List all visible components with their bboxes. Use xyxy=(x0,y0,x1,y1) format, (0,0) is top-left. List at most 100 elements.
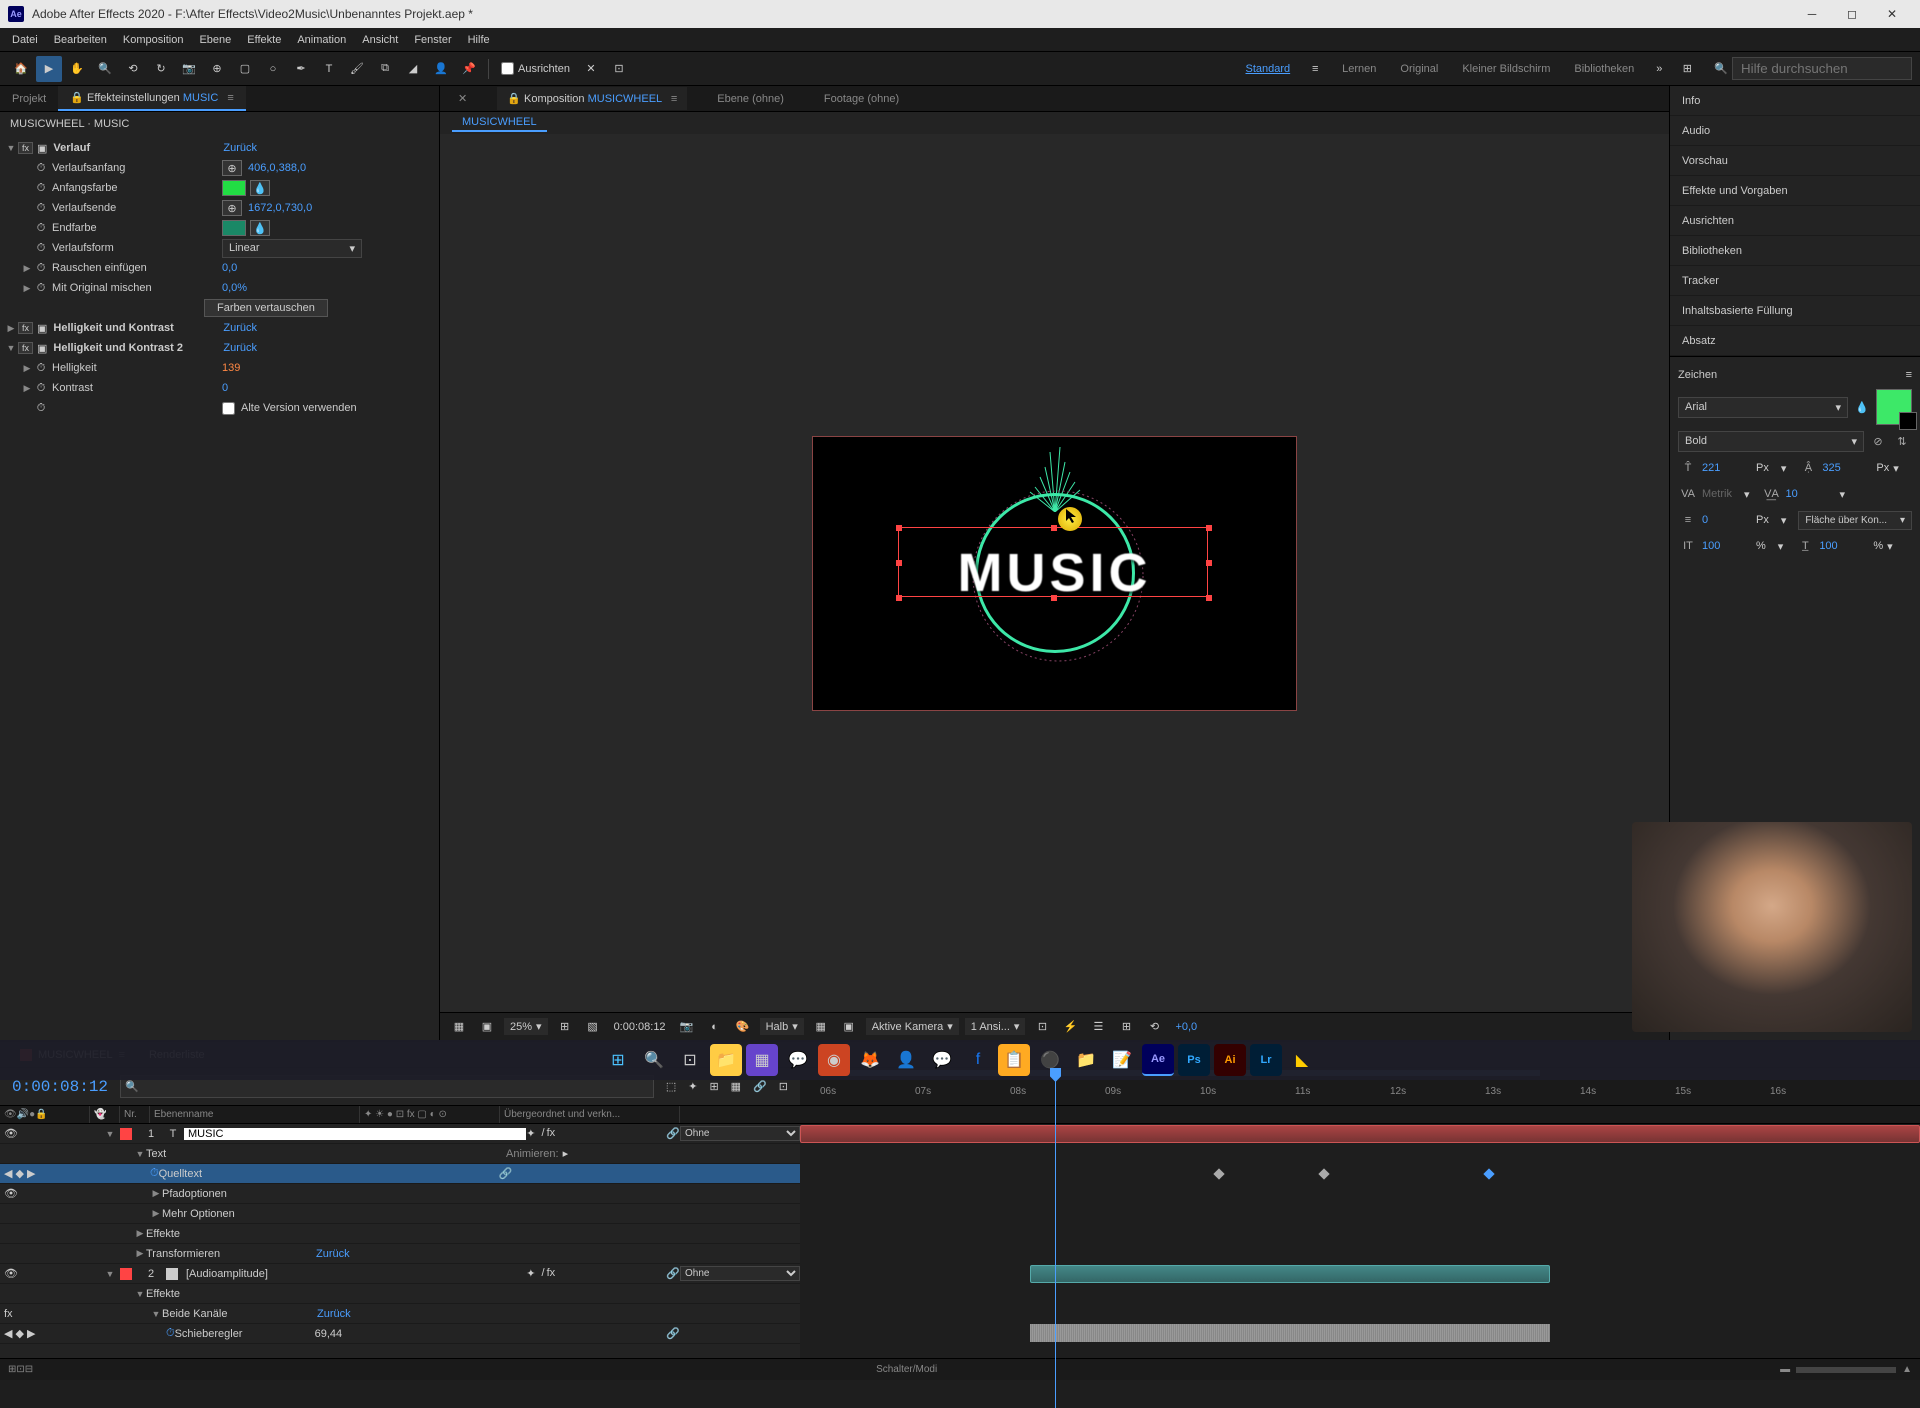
layer-name[interactable]: [Audioamplitude] xyxy=(182,1268,526,1280)
channel-icon[interactable]: ▣ xyxy=(476,1016,498,1038)
comp-close-icon[interactable]: ✕ xyxy=(448,87,477,110)
fx-badge[interactable]: fx xyxy=(18,342,33,354)
folder-icon[interactable]: 📁 xyxy=(1070,1044,1102,1076)
leading-input[interactable]: 325 xyxy=(1822,462,1872,474)
camera-tool[interactable]: 📷 xyxy=(176,56,202,82)
ellipse-tool[interactable]: ○ xyxy=(260,56,286,82)
twirl-icon[interactable]: ▼ xyxy=(104,1269,116,1279)
snap-icon[interactable]: ✕ xyxy=(578,56,604,82)
layer-color-chip[interactable] xyxy=(120,1268,132,1280)
puppet-tool[interactable]: 📌 xyxy=(456,56,482,82)
parent-pickwhip-icon[interactable]: 🔗 xyxy=(666,1127,680,1140)
maximize-button[interactable]: ◻ xyxy=(1832,0,1872,28)
app-icon[interactable]: 👤 xyxy=(890,1044,922,1076)
roi-icon[interactable]: ▧ xyxy=(582,1016,604,1038)
tl-btn-icon[interactable]: ⊞ xyxy=(709,1080,718,1093)
layer-prop-row[interactable]: fx ▼ Beide Kanäle Zurück xyxy=(0,1304,800,1324)
facebook-icon[interactable]: f xyxy=(962,1044,994,1076)
menu-hilfe[interactable]: Hilfe xyxy=(460,30,498,50)
effect-name[interactable]: Helligkeit und Kontrast 2 xyxy=(53,342,223,354)
rotate-tool[interactable]: ↻ xyxy=(148,56,174,82)
next-keyframe-icon[interactable]: ▶ xyxy=(27,1327,35,1340)
workspace-original[interactable]: Original xyxy=(1388,59,1450,79)
stopwatch-icon[interactable]: ⏱ xyxy=(34,381,48,395)
twirl-icon[interactable]: ▶ xyxy=(150,1188,162,1199)
chevron-down-icon[interactable]: ▾ xyxy=(1781,462,1787,475)
panel-tracker[interactable]: Tracker xyxy=(1670,266,1920,296)
keyframe-strip[interactable] xyxy=(1030,1324,1550,1342)
twirl-icon[interactable]: ▶ xyxy=(134,1248,146,1259)
toggle-switches-icon[interactable]: ⊞ xyxy=(8,1364,16,1375)
zoom-out-icon[interactable]: ▬ xyxy=(1780,1364,1790,1375)
exposure-value[interactable]: +0,0 xyxy=(1171,1021,1201,1033)
resolution-dropdown[interactable]: Halb ▾ xyxy=(760,1018,804,1035)
reset-link[interactable]: Zurück xyxy=(316,1248,350,1260)
effect-controls-tab[interactable]: 🔒 Effekteinstellungen MUSIC ≡ xyxy=(58,86,246,111)
stopwatch-icon[interactable]: ⏱ xyxy=(34,221,48,235)
chevron-down-icon[interactable]: ▾ xyxy=(1744,488,1750,501)
menu-effekte[interactable]: Effekte xyxy=(239,30,289,50)
pen-tool[interactable]: ✒ xyxy=(288,56,314,82)
twirl-icon[interactable]: ▼ xyxy=(134,1149,146,1159)
explorer-icon[interactable]: 📁 xyxy=(710,1044,742,1076)
tracking-input[interactable]: 10 xyxy=(1785,488,1835,500)
timeline-tracks[interactable] xyxy=(800,1124,1920,1358)
layer-bar[interactable] xyxy=(1030,1265,1550,1283)
twirl-icon[interactable]: ▼ xyxy=(104,1129,116,1139)
layer-prop-row[interactable]: 👁 ▶ Pfadoptionen xyxy=(0,1184,800,1204)
selection-handle[interactable] xyxy=(896,595,902,601)
reset-link[interactable]: Zurück xyxy=(317,1308,351,1320)
keyframe[interactable] xyxy=(1318,1168,1329,1179)
layer-switches[interactable]: ✦/fx xyxy=(526,1267,666,1280)
selection-handle[interactable] xyxy=(896,525,902,531)
chevron-down-icon[interactable]: ▾ xyxy=(1778,540,1784,553)
menu-fenster[interactable]: Fenster xyxy=(406,30,459,50)
no-stroke-icon[interactable]: ⊘ xyxy=(1868,432,1888,452)
tl-btn-icon[interactable]: 🔗 xyxy=(753,1080,767,1093)
home-tool[interactable]: 🏠 xyxy=(8,56,34,82)
visibility-toggle[interactable]: 👁 xyxy=(4,1187,18,1200)
selection-tool[interactable]: ▶ xyxy=(36,56,62,82)
eyedropper-icon[interactable]: 💧 xyxy=(250,220,270,236)
twirl-icon[interactable]: ▼ xyxy=(4,143,18,153)
prop-value[interactable]: 69,44 xyxy=(315,1328,343,1340)
font-style-dropdown[interactable]: Bold▾ xyxy=(1678,431,1864,452)
app-icon[interactable]: ◣ xyxy=(1286,1044,1318,1076)
stopwatch-icon[interactable]: ⏱ xyxy=(34,201,48,215)
messenger-icon[interactable]: 💬 xyxy=(926,1044,958,1076)
stopwatch-icon[interactable]: ⏱ xyxy=(34,261,48,275)
rect-tool[interactable]: ▢ xyxy=(232,56,258,82)
animate-menu-icon[interactable]: ▸ xyxy=(563,1147,569,1160)
notepad-icon[interactable]: 📝 xyxy=(1106,1044,1138,1076)
layer-switches[interactable]: ✦/fx xyxy=(526,1127,666,1140)
eyedropper-icon[interactable]: 💧 xyxy=(1852,397,1872,417)
reset-exposure-icon[interactable]: ⟲ xyxy=(1143,1016,1165,1038)
selection-handle[interactable] xyxy=(1206,560,1212,566)
effect-visibility-icon[interactable]: ▣ xyxy=(37,322,47,335)
visibility-toggle[interactable]: 👁 xyxy=(4,1267,18,1281)
target-icon[interactable]: ⊕ xyxy=(222,160,242,176)
camera-dropdown[interactable]: Aktive Kamera ▾ xyxy=(866,1018,959,1035)
layer-prop-row[interactable]: ▼ Text Animieren: ▸ xyxy=(0,1144,800,1164)
align-checkbox[interactable]: Ausrichten xyxy=(501,62,570,75)
resolution-icon[interactable]: ⊞ xyxy=(554,1016,576,1038)
chevron-down-icon[interactable]: ▾ xyxy=(1781,514,1787,527)
layer-prop-row[interactable]: ▶ Transformieren Zurück xyxy=(0,1244,800,1264)
color-swatch[interactable] xyxy=(222,220,246,236)
menu-ansicht[interactable]: Ansicht xyxy=(354,30,406,50)
layer-row[interactable]: 👁 ▼ 2 [Audioamplitude] ✦/fx 🔗 Ohne xyxy=(0,1264,800,1284)
stopwatch-icon[interactable]: ⏱ xyxy=(166,1327,175,1340)
menu-animation[interactable]: Animation xyxy=(289,30,354,50)
layer-prop-row[interactable]: ▶ Effekte xyxy=(0,1224,800,1244)
parent-pickwhip-icon[interactable]: 🔗 xyxy=(666,1267,680,1280)
parent-dropdown[interactable]: Ohne xyxy=(680,1126,800,1141)
prev-keyframe-icon[interactable]: ◀ xyxy=(4,1167,12,1180)
font-size-input[interactable]: 221 xyxy=(1702,462,1752,474)
effect-visibility-icon[interactable]: ▣ xyxy=(37,142,47,155)
workspace-bibliotheken[interactable]: Bibliotheken xyxy=(1562,59,1646,79)
whatsapp-icon[interactable]: 💬 xyxy=(782,1044,814,1076)
workspace-menu-icon[interactable]: ≡ xyxy=(1302,56,1328,82)
tl-btn-icon[interactable]: ✦ xyxy=(688,1080,697,1093)
twirl-icon[interactable]: ▶ xyxy=(20,363,34,374)
zoom-tool[interactable]: 🔍 xyxy=(92,56,118,82)
